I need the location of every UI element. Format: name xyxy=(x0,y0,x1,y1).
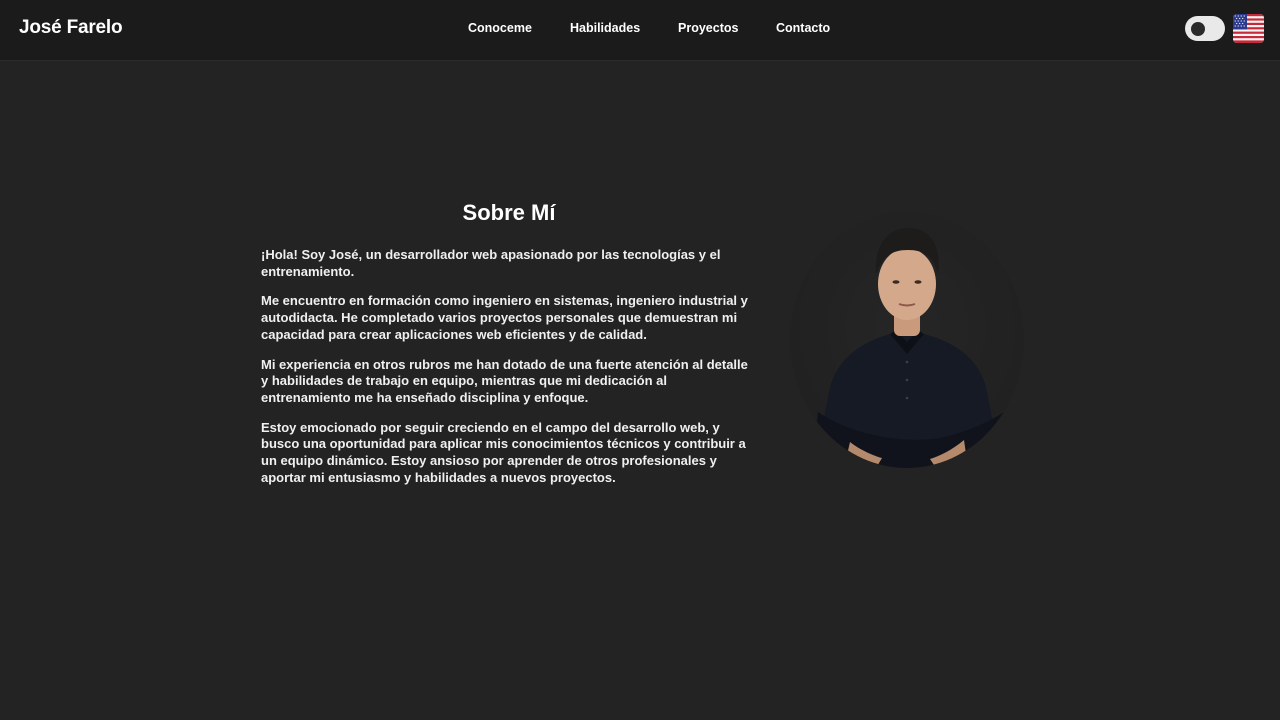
section-title: Sobre Mí xyxy=(462,200,556,225)
about-paragraph: ¡Hola! Soy José, un desarrollador web ap… xyxy=(261,247,721,279)
navbar: José Farelo Conoceme Habilidades Proyect… xyxy=(0,0,1280,61)
about-paragraph: Mi experiencia en otros rubros me han do… xyxy=(261,356,748,405)
nav-link-proyectos[interactable]: Proyectos xyxy=(678,21,738,35)
us-flag-icon[interactable] xyxy=(1233,14,1264,43)
theme-toggle-switch[interactable] xyxy=(1185,16,1225,41)
about-paragraph: Estoy emocionado por seguir creciendo en… xyxy=(261,419,746,485)
nav-link-conoceme[interactable]: Conoceme xyxy=(468,21,532,35)
nav-link-habilidades[interactable]: Habilidades xyxy=(570,21,640,35)
profile-photo xyxy=(790,212,1024,468)
nav-links: Conoceme Habilidades Proyectos Contacto xyxy=(0,21,1280,39)
about-text: ¡Hola! Soy José, un desarrollador web ap… xyxy=(261,247,757,499)
about-paragraph: Me encuentro en formación como ingeniero… xyxy=(261,293,748,342)
toggle-knob xyxy=(1191,21,1205,36)
nav-link-contacto[interactable]: Contacto xyxy=(776,21,830,35)
